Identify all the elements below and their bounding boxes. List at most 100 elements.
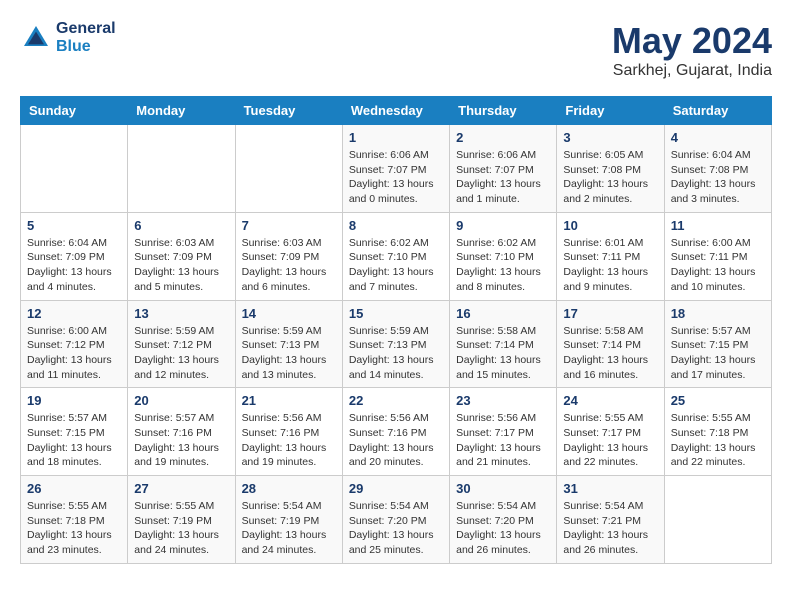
calendar-cell: 5 Sunrise: 6:04 AM Sunset: 7:09 PM Daylig… (21, 212, 128, 300)
week-row-3: 12 Sunrise: 6:00 AM Sunset: 7:12 PM Dayli… (21, 300, 772, 388)
logo: General Blue (20, 20, 116, 56)
calendar-cell: 31 Sunrise: 5:54 AM Sunset: 7:21 PM Dayli… (557, 476, 664, 564)
day-number: 21 (242, 393, 336, 408)
day-number: 19 (27, 393, 121, 408)
calendar-cell: 25 Sunrise: 5:55 AM Sunset: 7:18 PM Dayli… (664, 388, 771, 476)
day-number: 2 (456, 130, 550, 145)
week-row-4: 19 Sunrise: 5:57 AM Sunset: 7:15 PM Dayli… (21, 388, 772, 476)
page-header: General Blue May 2024 Sarkhej, Gujarat, … (20, 20, 772, 80)
day-info: Sunrise: 5:55 AM Sunset: 7:17 PM Dayligh… (563, 411, 657, 470)
calendar-cell: 27 Sunrise: 5:55 AM Sunset: 7:19 PM Dayli… (128, 476, 235, 564)
day-number: 27 (134, 481, 228, 496)
day-number: 11 (671, 218, 765, 233)
day-info: Sunrise: 5:54 AM Sunset: 7:21 PM Dayligh… (563, 499, 657, 558)
day-info: Sunrise: 6:02 AM Sunset: 7:10 PM Dayligh… (349, 236, 443, 295)
weekday-header-saturday: Saturday (664, 97, 771, 125)
day-number: 7 (242, 218, 336, 233)
day-number: 9 (456, 218, 550, 233)
weekday-header-friday: Friday (557, 97, 664, 125)
day-number: 31 (563, 481, 657, 496)
calendar-cell (235, 125, 342, 213)
logo-icon (20, 22, 52, 54)
logo-text: General Blue (56, 20, 116, 56)
day-info: Sunrise: 6:00 AM Sunset: 7:11 PM Dayligh… (671, 236, 765, 295)
day-number: 8 (349, 218, 443, 233)
calendar-cell: 9 Sunrise: 6:02 AM Sunset: 7:10 PM Daylig… (450, 212, 557, 300)
day-number: 20 (134, 393, 228, 408)
calendar-cell: 23 Sunrise: 5:56 AM Sunset: 7:17 PM Dayli… (450, 388, 557, 476)
weekday-header-row: SundayMondayTuesdayWednesdayThursdayFrid… (21, 97, 772, 125)
day-number: 10 (563, 218, 657, 233)
day-number: 22 (349, 393, 443, 408)
calendar-cell (21, 125, 128, 213)
day-number: 29 (349, 481, 443, 496)
calendar-body: 1Sunrise: 6:06 AM Sunset: 7:07 PM Daylig… (21, 125, 772, 564)
calendar-cell: 15 Sunrise: 5:59 AM Sunset: 7:13 PM Dayli… (342, 300, 449, 388)
day-info: Sunrise: 5:55 AM Sunset: 7:19 PM Dayligh… (134, 499, 228, 558)
calendar-cell: 7 Sunrise: 6:03 AM Sunset: 7:09 PM Daylig… (235, 212, 342, 300)
calendar-cell: 28Sunrise: 5:54 AM Sunset: 7:19 PM Dayli… (235, 476, 342, 564)
week-row-2: 5 Sunrise: 6:04 AM Sunset: 7:09 PM Daylig… (21, 212, 772, 300)
day-info: Sunrise: 5:57 AM Sunset: 7:15 PM Dayligh… (27, 411, 121, 470)
day-info: Sunrise: 5:57 AM Sunset: 7:16 PM Dayligh… (134, 411, 228, 470)
day-number: 14 (242, 306, 336, 321)
calendar-cell: 10 Sunrise: 6:01 AM Sunset: 7:11 PM Dayli… (557, 212, 664, 300)
day-info: Sunrise: 5:57 AM Sunset: 7:15 PM Dayligh… (671, 324, 765, 383)
day-number: 23 (456, 393, 550, 408)
title-section: May 2024 Sarkhej, Gujarat, India (612, 20, 772, 80)
calendar-cell: 24 Sunrise: 5:55 AM Sunset: 7:17 PM Dayli… (557, 388, 664, 476)
calendar-cell: 22 Sunrise: 5:56 AM Sunset: 7:16 PM Dayli… (342, 388, 449, 476)
calendar-cell (128, 125, 235, 213)
day-number: 13 (134, 306, 228, 321)
day-info: Sunrise: 6:05 AM Sunset: 7:08 PM Dayligh… (563, 148, 657, 207)
calendar-cell: 18 Sunrise: 5:57 AM Sunset: 7:15 PM Dayli… (664, 300, 771, 388)
day-info: Sunrise: 6:01 AM Sunset: 7:11 PM Dayligh… (563, 236, 657, 295)
day-info: Sunrise: 5:59 AM Sunset: 7:12 PM Dayligh… (134, 324, 228, 383)
day-number: 25 (671, 393, 765, 408)
day-number: 12 (27, 306, 121, 321)
weekday-header-tuesday: Tuesday (235, 97, 342, 125)
weekday-header-wednesday: Wednesday (342, 97, 449, 125)
day-info: Sunrise: 6:03 AM Sunset: 7:09 PM Dayligh… (242, 236, 336, 295)
day-info: Sunrise: 6:02 AM Sunset: 7:10 PM Dayligh… (456, 236, 550, 295)
calendar-header: SundayMondayTuesdayWednesdayThursdayFrid… (21, 97, 772, 125)
day-info: Sunrise: 5:55 AM Sunset: 7:18 PM Dayligh… (27, 499, 121, 558)
day-info: Sunrise: 6:00 AM Sunset: 7:12 PM Dayligh… (27, 324, 121, 383)
day-number: 3 (563, 130, 657, 145)
calendar-cell: 16 Sunrise: 5:58 AM Sunset: 7:14 PM Dayli… (450, 300, 557, 388)
day-info: Sunrise: 5:54 AM Sunset: 7:20 PM Dayligh… (349, 499, 443, 558)
day-info: Sunrise: 6:04 AM Sunset: 7:09 PM Dayligh… (27, 236, 121, 295)
day-info: Sunrise: 6:06 AM Sunset: 7:07 PM Dayligh… (456, 148, 550, 207)
calendar-cell: 13 Sunrise: 5:59 AM Sunset: 7:12 PM Dayli… (128, 300, 235, 388)
day-number: 28 (242, 481, 336, 496)
calendar-cell: 21Sunrise: 5:56 AM Sunset: 7:16 PM Dayli… (235, 388, 342, 476)
week-row-5: 26 Sunrise: 5:55 AM Sunset: 7:18 PM Dayli… (21, 476, 772, 564)
day-info: Sunrise: 5:59 AM Sunset: 7:13 PM Dayligh… (349, 324, 443, 383)
calendar-cell (664, 476, 771, 564)
calendar-cell: 2 Sunrise: 6:06 AM Sunset: 7:07 PM Daylig… (450, 125, 557, 213)
calendar-cell: 6Sunrise: 6:03 AM Sunset: 7:09 PM Daylig… (128, 212, 235, 300)
day-number: 24 (563, 393, 657, 408)
location: Sarkhej, Gujarat, India (612, 62, 772, 80)
day-number: 26 (27, 481, 121, 496)
calendar-cell: 1Sunrise: 6:06 AM Sunset: 7:07 PM Daylig… (342, 125, 449, 213)
day-number: 15 (349, 306, 443, 321)
calendar-cell: 30Sunrise: 5:54 AM Sunset: 7:20 PM Dayli… (450, 476, 557, 564)
calendar-cell: 8 Sunrise: 6:02 AM Sunset: 7:10 PM Daylig… (342, 212, 449, 300)
day-info: Sunrise: 6:04 AM Sunset: 7:08 PM Dayligh… (671, 148, 765, 207)
weekday-header-monday: Monday (128, 97, 235, 125)
day-number: 17 (563, 306, 657, 321)
day-number: 18 (671, 306, 765, 321)
calendar-cell: 4Sunrise: 6:04 AM Sunset: 7:08 PM Daylig… (664, 125, 771, 213)
weekday-header-sunday: Sunday (21, 97, 128, 125)
day-info: Sunrise: 6:03 AM Sunset: 7:09 PM Dayligh… (134, 236, 228, 295)
day-number: 16 (456, 306, 550, 321)
day-info: Sunrise: 5:56 AM Sunset: 7:17 PM Dayligh… (456, 411, 550, 470)
calendar-cell: 3 Sunrise: 6:05 AM Sunset: 7:08 PM Daylig… (557, 125, 664, 213)
day-info: Sunrise: 5:54 AM Sunset: 7:20 PM Dayligh… (456, 499, 550, 558)
day-info: Sunrise: 6:06 AM Sunset: 7:07 PM Dayligh… (349, 148, 443, 207)
day-info: Sunrise: 5:55 AM Sunset: 7:18 PM Dayligh… (671, 411, 765, 470)
day-info: Sunrise: 5:58 AM Sunset: 7:14 PM Dayligh… (456, 324, 550, 383)
day-number: 5 (27, 218, 121, 233)
day-info: Sunrise: 5:56 AM Sunset: 7:16 PM Dayligh… (349, 411, 443, 470)
